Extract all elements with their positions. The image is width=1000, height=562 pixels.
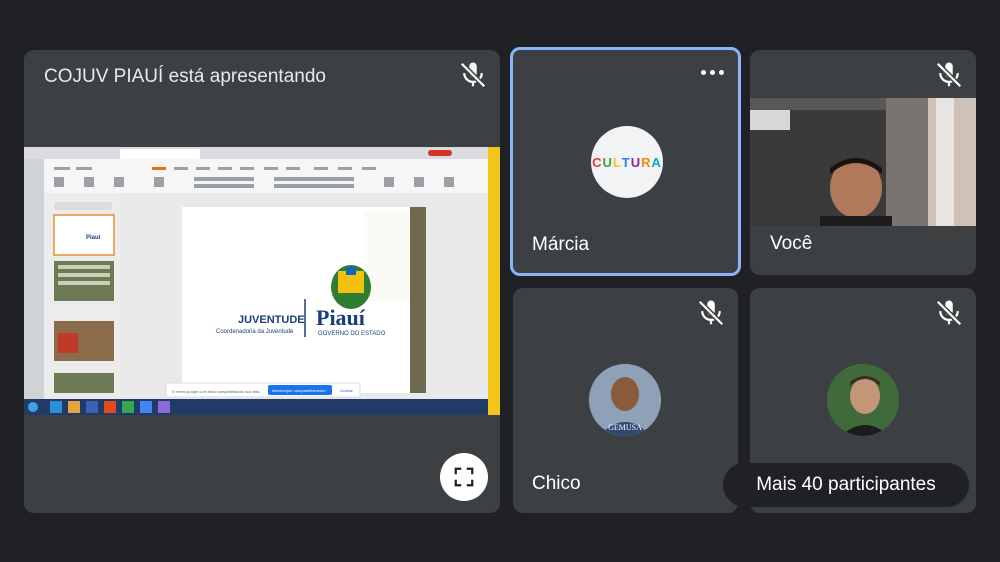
more-participants-button[interactable]: Mais 40 participantes (723, 463, 969, 507)
slide-right-subtext: GOVERNO DO ESTADO (318, 331, 386, 337)
participant-tile-chico[interactable]: GEMUSA Chico (513, 288, 738, 513)
slide-left-subtext: Coordenadoria da Juventude (216, 329, 294, 335)
fullscreen-icon (454, 467, 474, 487)
mic-off-icon (696, 298, 726, 328)
svg-text:Piauí: Piauí (86, 235, 101, 241)
participant-name: Márcia (532, 234, 590, 255)
more-options-icon[interactable] (698, 62, 726, 82)
participant-name: Você (770, 233, 813, 254)
mic-off-icon (458, 60, 488, 90)
presenter-title: COJUV PIAUÍ está apresentando (44, 66, 326, 87)
avatar-caption: GEMUSA (608, 423, 642, 432)
screen-notice-message: O meet.google.com está compartilhando su… (172, 389, 260, 394)
avatar: CULTURA (591, 126, 663, 198)
fullscreen-button[interactable] (440, 453, 488, 501)
slide-left-text: JUVENTUDE (238, 314, 305, 326)
self-video (750, 98, 976, 226)
participant-tile-voce[interactable]: Você (750, 50, 976, 275)
mic-off-icon (934, 60, 964, 90)
avatar: GEMUSA (589, 364, 661, 436)
shared-screen: Piauí JUVENTUDE Coordenadoria da Juventu… (24, 147, 500, 415)
hide-notice-button[interactable]: Ocultar (340, 388, 354, 393)
stop-sharing-button[interactable]: Interromper compartilhamento (272, 388, 326, 393)
participant-tile-marcia[interactable]: CULTURA Márcia (510, 47, 741, 276)
presenter-tile[interactable]: COJUV PIAUÍ está apresentando Piauí JUVE… (24, 50, 500, 513)
participant-name: Chico (532, 473, 581, 494)
slide-right-text: Piauí (316, 305, 366, 330)
avatar (827, 364, 899, 436)
mic-off-icon (934, 298, 964, 328)
